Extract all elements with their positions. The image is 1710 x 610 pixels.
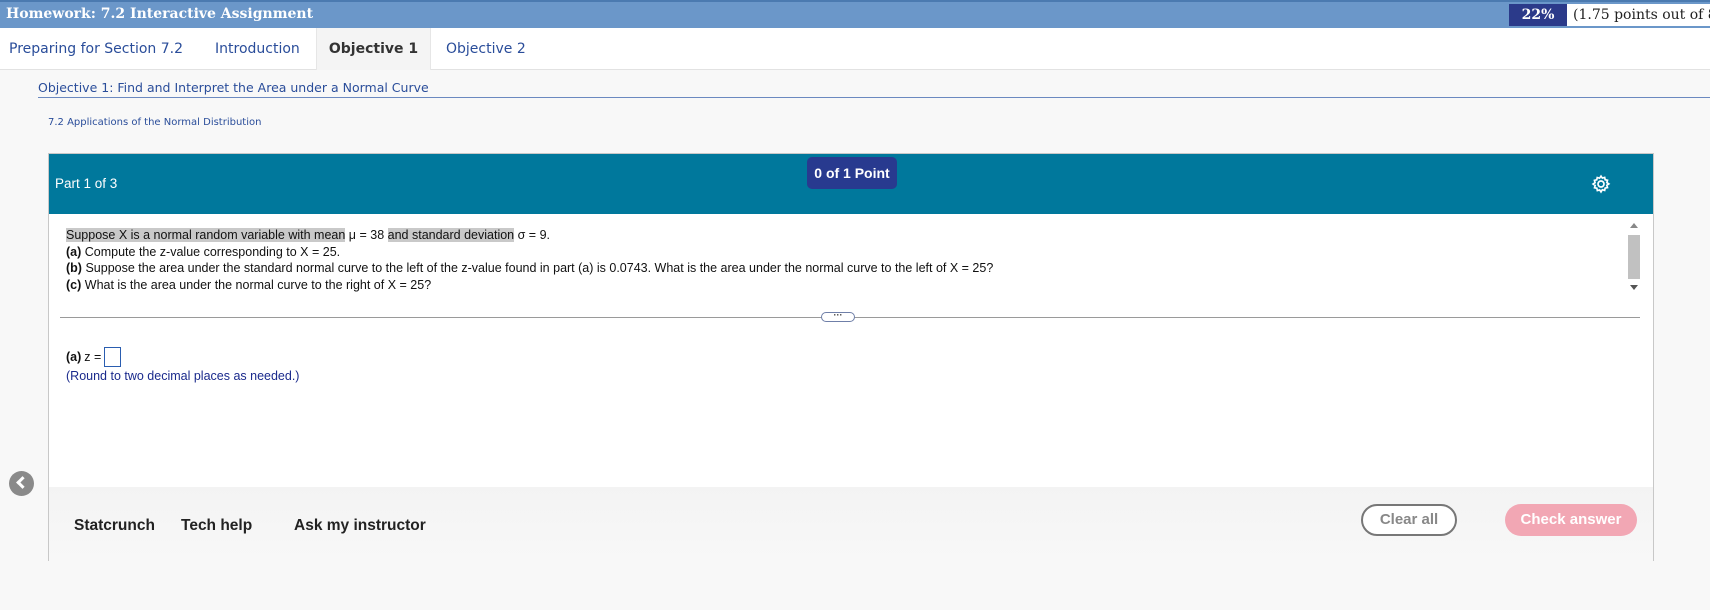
tab-introduction[interactable]: Introduction xyxy=(215,28,300,70)
question-part-c: (c) What is the area under the normal cu… xyxy=(66,277,1636,294)
sd-value: σ = 9. xyxy=(517,228,550,242)
ask-instructor-link[interactable]: Ask my instructor xyxy=(294,517,426,535)
question-intro: Suppose X is a normal random variable wi… xyxy=(66,227,1636,244)
clear-all-button[interactable]: Clear all xyxy=(1361,504,1457,536)
question-footer: Statcrunch Tech help Ask my instructor C… xyxy=(49,487,1653,561)
back-button[interactable] xyxy=(9,471,34,496)
question-panel: Part 1 of 3 0 of 1 Point Suppose X is a … xyxy=(48,153,1654,561)
gear-icon[interactable] xyxy=(1591,174,1611,194)
part-c-label: (c) xyxy=(66,277,82,292)
tab-preparing[interactable]: Preparing for Section 7.2 xyxy=(9,28,183,70)
part-c-text: What is the area under the normal curve … xyxy=(84,277,432,292)
points-summary: (1.75 points out of 8) xyxy=(1567,4,1710,26)
scroll-up-icon[interactable] xyxy=(1630,223,1638,228)
z-answer-input[interactable] xyxy=(104,347,122,367)
part-a-text: Compute the z-value corresponding to X =… xyxy=(84,244,341,259)
question-part-b: (b) Suppose the area under the standard … xyxy=(66,260,1636,277)
ellipsis-icon[interactable]: ··· xyxy=(821,311,855,322)
part-a-label: (a) xyxy=(66,244,82,259)
question-panel-header: Part 1 of 3 0 of 1 Point xyxy=(49,154,1653,214)
rounding-hint: (Round to two decimal places as needed.) xyxy=(66,369,300,383)
question-part-a: (a) Compute the z-value corresponding to… xyxy=(66,244,1636,261)
question-intro-text-2: and standard deviation xyxy=(387,228,515,242)
question-intro-text-1: Suppose X is a normal random variable wi… xyxy=(66,228,346,242)
part-b-text: Suppose the area under the standard norm… xyxy=(85,261,994,275)
tab-objective-1[interactable]: Objective 1 xyxy=(316,28,431,70)
mean-value: μ = 38 xyxy=(348,228,385,242)
part-b-label: (b) xyxy=(66,261,82,275)
objective-divider xyxy=(38,97,1710,98)
answer-part-label: (a) xyxy=(66,350,82,364)
objective-heading: Objective 1: Find and Interpret the Area… xyxy=(38,80,429,95)
tech-help-link[interactable]: Tech help xyxy=(181,517,252,535)
chevron-left-icon xyxy=(16,476,29,489)
section-label: 7.2 Applications of the Normal Distribut… xyxy=(48,117,262,128)
score-percent-badge: 22% xyxy=(1509,4,1567,26)
points-badge: 0 of 1 Point xyxy=(807,157,897,189)
question-text: Suppose X is a normal random variable wi… xyxy=(66,227,1636,293)
scrollbar-thumb[interactable] xyxy=(1628,235,1640,279)
objective-tabs: Preparing for Section 7.2 Introduction O… xyxy=(0,28,1710,70)
statcrunch-link[interactable]: Statcrunch xyxy=(74,517,155,535)
part-label: Part 1 of 3 xyxy=(55,176,118,191)
answer-line: (a) z = xyxy=(66,347,122,367)
question-scrollbar[interactable] xyxy=(1627,221,1641,295)
scroll-down-icon[interactable] xyxy=(1630,285,1638,290)
homework-header-bar: Homework: 7.2 Interactive Assignment 22%… xyxy=(0,0,1710,28)
check-answer-button[interactable]: Check answer xyxy=(1505,504,1637,536)
answer-prompt: z = xyxy=(84,350,102,364)
homework-title: Homework: 7.2 Interactive Assignment xyxy=(6,6,314,22)
tab-objective-2[interactable]: Objective 2 xyxy=(446,28,526,70)
